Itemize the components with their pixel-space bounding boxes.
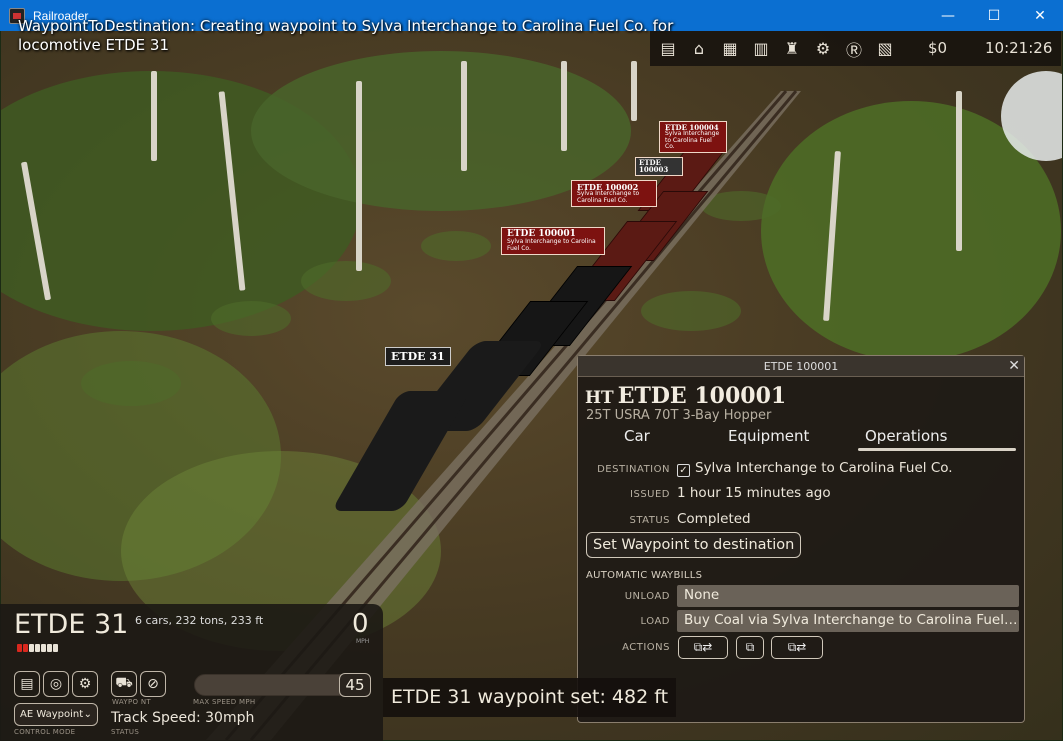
copy-icon: ⧉⇄ bbox=[693, 640, 713, 654]
car-indicator bbox=[29, 644, 34, 652]
paste-swap-button[interactable]: ⧉⇄ bbox=[771, 636, 823, 659]
close-window-button[interactable]: ✕ bbox=[1017, 0, 1063, 31]
waypoint-toast: ETDE 31 waypoint set: 482 ft bbox=[383, 678, 677, 717]
cancel-icon: ⊘ bbox=[147, 676, 159, 692]
timetable-button[interactable]: ▤ bbox=[14, 671, 40, 697]
status-value: Completed bbox=[677, 511, 751, 527]
car-indicator bbox=[23, 644, 28, 652]
loco-settings-button[interactable]: ⚙ bbox=[72, 671, 98, 697]
paste-icon: ⧉ bbox=[745, 640, 755, 654]
copy-waybill-button[interactable]: ⧉⇄ bbox=[678, 636, 728, 659]
station-icon[interactable]: ⌂ bbox=[686, 37, 712, 61]
waypoint-icon: ⛟ bbox=[115, 675, 133, 691]
reporting-mark: HT bbox=[585, 388, 614, 408]
swap-icon: ⧉⇄ bbox=[787, 640, 807, 654]
loco-name: ETDE 31 bbox=[14, 609, 129, 640]
car-tag[interactable]: ETDE 100002 Sylva Interchange to Carolin… bbox=[571, 180, 657, 207]
locomotive-tag[interactable]: ETDE 31 bbox=[385, 347, 451, 366]
car-indicator bbox=[35, 644, 40, 652]
orders-icon[interactable]: ▧ bbox=[872, 37, 898, 61]
max-speed-value[interactable]: 45 bbox=[339, 673, 371, 697]
ring-icon: ◎ bbox=[49, 676, 63, 692]
unload-label: UNLOAD bbox=[624, 591, 670, 602]
timetable-icon[interactable]: ▤ bbox=[655, 37, 681, 61]
car-tag[interactable]: ETDE 100001 Sylva Interchange to Carolin… bbox=[501, 227, 605, 256]
tab-car[interactable]: Car bbox=[624, 427, 650, 445]
waypoint-notification: WaypointToDestination: Creating waypoint… bbox=[18, 17, 674, 54]
unload-field[interactable]: None bbox=[677, 585, 1019, 607]
car-id: ETDE 100001 bbox=[617, 383, 787, 409]
close-icon[interactable]: ✕ bbox=[1008, 356, 1020, 377]
panel-tabs: Car Equipment Operations bbox=[578, 427, 1024, 451]
company-icon[interactable]: ♜ bbox=[779, 37, 805, 61]
maximize-button[interactable]: ☐ bbox=[971, 0, 1017, 31]
car-tag-destination: Sylva Interchange to Carolina Fuel Co. bbox=[665, 130, 720, 150]
car-type: 25T USRA 70T 3-Bay Hopper bbox=[586, 408, 772, 423]
load-field[interactable]: Buy Coal via Sylva Interchange to Caroli… bbox=[677, 610, 1019, 632]
settings-icon[interactable]: ⚙ bbox=[810, 37, 836, 61]
locomotive-hud: ETDE 31 6 cars, 232 tons, 233 ft 0 MPH ▤… bbox=[0, 604, 383, 741]
car-indicator bbox=[53, 644, 58, 652]
chevron-down-icon: ⌄ bbox=[83, 709, 92, 720]
gear-icon: ⚙ bbox=[78, 676, 92, 692]
car-tag-destination: Sylva Interchange to Carolina Fuel Co. bbox=[507, 238, 596, 252]
car-tag[interactable]: ETDE 100003 bbox=[635, 157, 683, 176]
waypoint-button[interactable]: ⛟ bbox=[111, 671, 137, 697]
control-mode-value: AE Waypoint bbox=[20, 709, 84, 720]
game-clock: 10:21:26 bbox=[985, 39, 1053, 57]
track-speed: Track Speed: 30mph bbox=[111, 710, 255, 726]
destination-label: DESTINATION bbox=[597, 464, 670, 475]
tab-equipment[interactable]: Equipment bbox=[728, 427, 809, 445]
automatic-waybills-title: AUTOMATIC WAYBILLS bbox=[586, 570, 703, 581]
car-tag[interactable]: ETDE 100004 Sylva Interchange to Carolin… bbox=[659, 121, 727, 154]
panel-header[interactable]: ETDE 100001 ✕ bbox=[578, 356, 1024, 377]
set-waypoint-button[interactable]: Set Waypoint to destination bbox=[586, 532, 802, 558]
train-stats: 6 cars, 232 tons, 233 ft bbox=[135, 614, 264, 627]
current-speed: 0 bbox=[352, 609, 369, 639]
control-mode-select[interactable]: AE Waypoint ⌄ bbox=[14, 703, 98, 726]
speed-unit: MPH bbox=[356, 638, 370, 645]
top-toolbar: ▤ ⌂ ▦ ▥ ♜ ⚙ Ⓡ ▧ $0 10:21:26 bbox=[650, 31, 1061, 66]
paste-button[interactable]: ⧉ bbox=[736, 636, 764, 659]
industry-icon[interactable]: ▥ bbox=[748, 37, 774, 61]
car-title: HT ETDE 100001 bbox=[585, 383, 786, 409]
actions-label: ACTIONS bbox=[622, 642, 670, 653]
bell-button[interactable]: ◎ bbox=[43, 671, 69, 697]
car-indicator bbox=[47, 644, 52, 652]
max-speed-label: MAX SPEED MPH bbox=[193, 698, 256, 706]
waypoint-label: WAYPO NT bbox=[112, 698, 151, 706]
money-display: $0 bbox=[928, 39, 948, 57]
active-tab-indicator bbox=[858, 448, 1016, 451]
car-inspector-panel: ETDE 100001 ✕ HT ETDE 100001 25T USRA 70T… bbox=[577, 355, 1025, 723]
issued-value: 1 hour 15 minutes ago bbox=[677, 485, 831, 501]
issued-label: ISSUED bbox=[630, 489, 670, 500]
book-icon: ▤ bbox=[20, 676, 34, 692]
car-indicator bbox=[41, 644, 46, 652]
switchlist-icon[interactable]: ▦ bbox=[717, 37, 743, 61]
tab-operations[interactable]: Operations bbox=[865, 427, 947, 445]
checkbox-icon[interactable]: ✓ bbox=[677, 464, 690, 477]
destination-value: ✓ Sylva Interchange to Carolina Fuel Co. bbox=[677, 460, 953, 477]
panel-header-title: ETDE 100001 bbox=[763, 360, 839, 373]
cancel-waypoint-button[interactable]: ⊘ bbox=[140, 671, 166, 697]
load-label: LOAD bbox=[640, 616, 670, 627]
car-indicator bbox=[17, 644, 22, 652]
car-tag-destination: Sylva Interchange to Carolina Fuel Co. bbox=[577, 190, 640, 204]
destination-text: Sylva Interchange to Carolina Fuel Co. bbox=[695, 460, 953, 476]
car-tag-id: ETDE 100003 bbox=[639, 158, 669, 175]
minimize-button[interactable]: — bbox=[925, 0, 971, 31]
status-label: STATUS bbox=[629, 515, 670, 526]
status-label: STATUS bbox=[111, 728, 140, 736]
railroader-logo-icon[interactable]: Ⓡ bbox=[841, 37, 867, 61]
control-mode-label: CONTROL MODE bbox=[14, 728, 76, 736]
